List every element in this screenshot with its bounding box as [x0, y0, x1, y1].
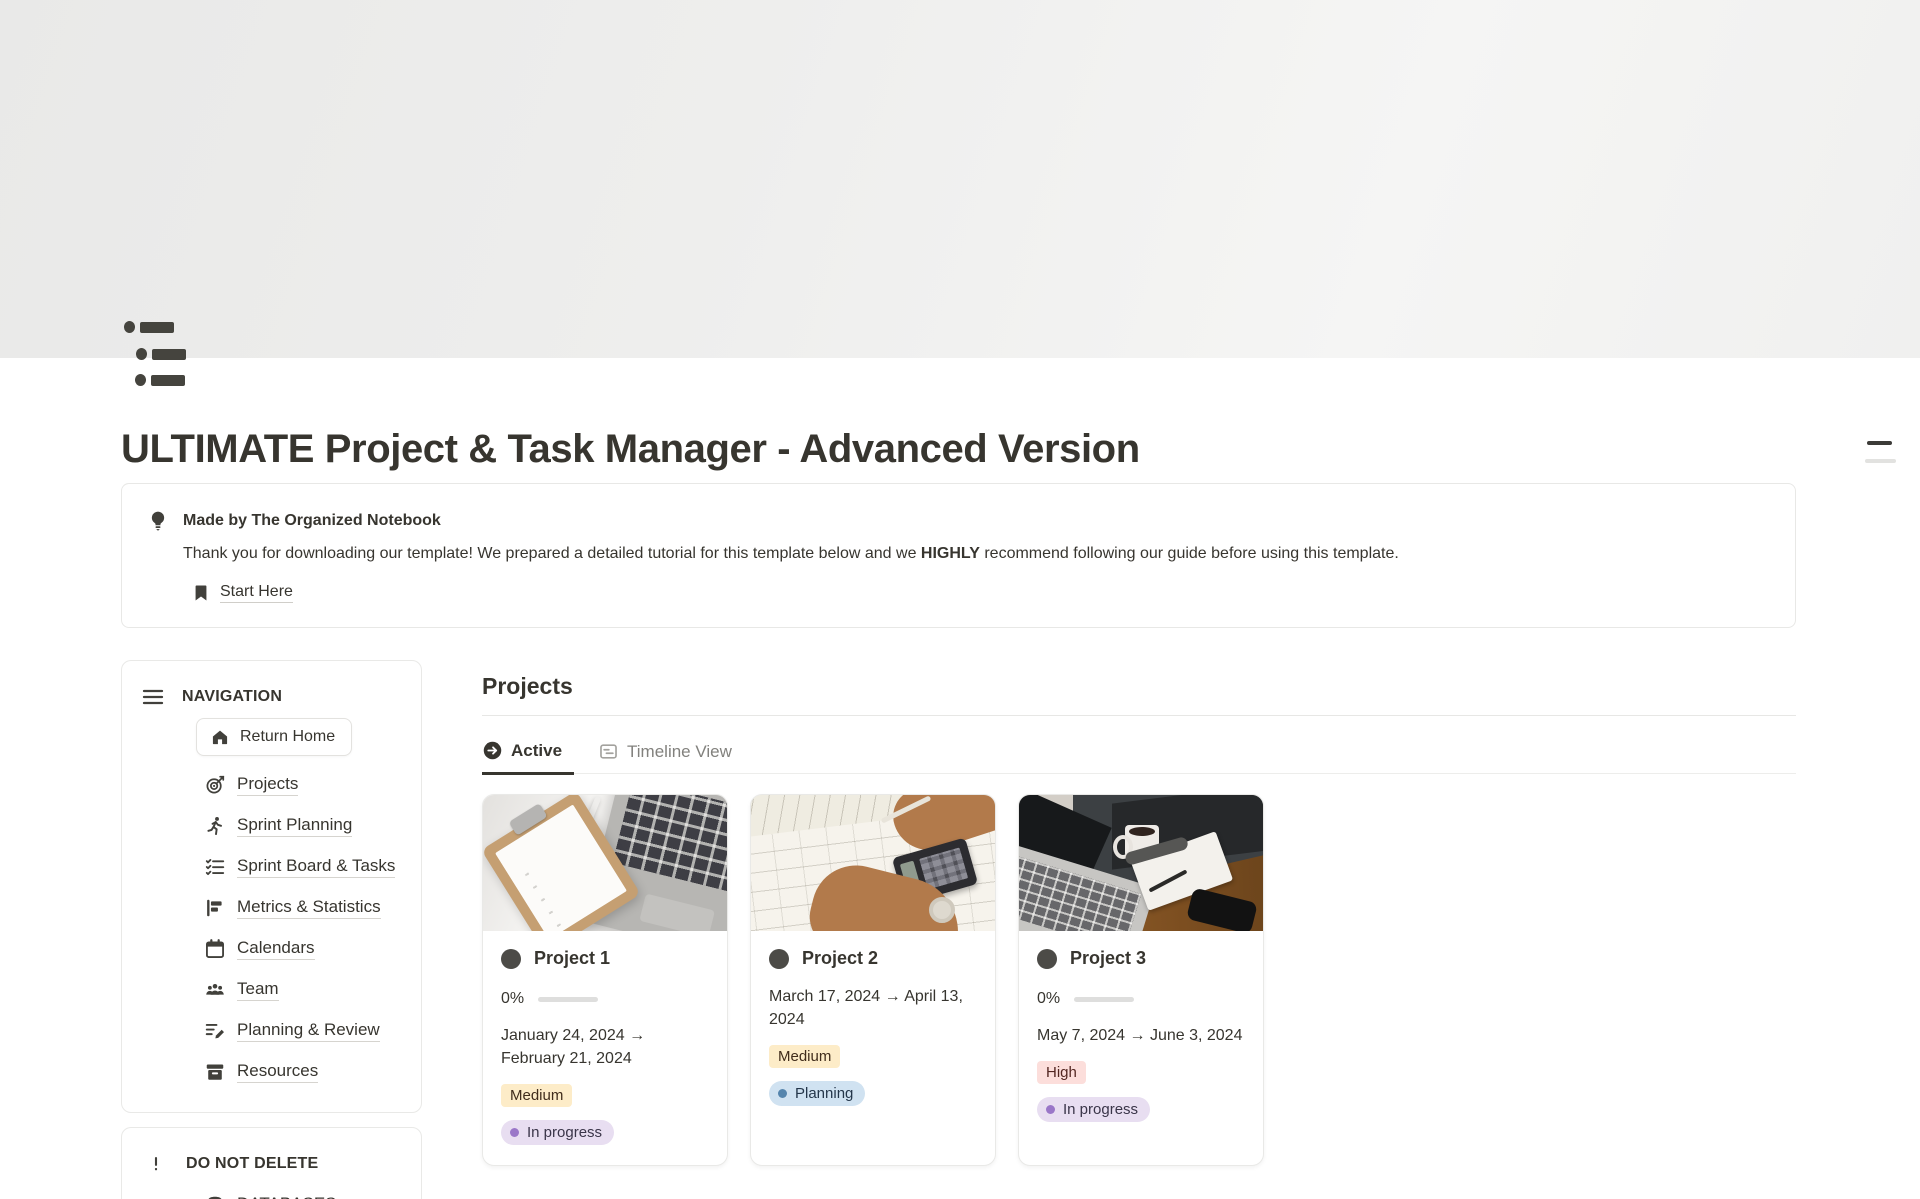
notion-page: ULTIMATE Project & Task Manager - Advanc…: [0, 0, 1920, 1199]
priority-badge: Medium: [501, 1084, 572, 1107]
people-icon: [204, 979, 226, 1001]
page-icon-bulleted-list[interactable]: [124, 316, 194, 390]
start-here-link[interactable]: Start Here: [220, 583, 293, 603]
made-by-callout: Made by The Organized Notebook Thank you…: [121, 483, 1796, 628]
progress-bar: [538, 997, 598, 1002]
list-icon-row: [135, 374, 185, 386]
sidebar-item-team[interactable]: Team: [204, 969, 405, 1010]
archive-box-icon: [204, 1061, 226, 1083]
progress-row: 0%: [501, 990, 709, 1008]
timeline-view-icon: [598, 741, 619, 762]
project-card-3[interactable]: Project 3 0% May 7, 2024 → June 3, 2024 …: [1018, 794, 1264, 1166]
status-badge: In progress: [501, 1120, 614, 1145]
callout-bold-word: HIGHLY: [921, 545, 980, 562]
project-card-1[interactable]: Project 1 0% January 24, 2024 → February…: [482, 794, 728, 1166]
progress-percent: 0%: [501, 990, 524, 1008]
runner-icon: [204, 815, 226, 837]
priority-badge: High: [1037, 1061, 1086, 1084]
sidebar-item-planning-review[interactable]: Planning & Review: [204, 1010, 405, 1051]
lightbulb-icon: [146, 509, 170, 533]
page-cover-image[interactable]: [0, 0, 1920, 358]
view-tabs: Active Timeline View: [482, 740, 1796, 774]
status-badge: Planning: [769, 1081, 865, 1106]
callout-body: Thank you for downloading our template! …: [183, 542, 1767, 566]
sidebar-item-sprint-board-tasks[interactable]: Sprint Board & Tasks: [204, 846, 405, 887]
list-icon-row: [136, 348, 186, 360]
project-status-dot: [501, 949, 521, 969]
progress-row: 0%: [1037, 990, 1245, 1008]
project-title: Project 1: [534, 948, 610, 969]
progress-bar: [1074, 997, 1134, 1002]
list-icon-row: [124, 321, 174, 333]
project-status-dot: [1037, 949, 1057, 969]
return-home-label: Return Home: [240, 728, 335, 746]
tab-timeline-view[interactable]: Timeline View: [598, 741, 732, 773]
project-card-2[interactable]: Project 2 March 17, 2024 → April 13, 202…: [750, 794, 996, 1166]
sidebar-item-resources[interactable]: Resources: [204, 1051, 405, 1092]
outline-dash-icon: [1865, 459, 1896, 463]
house-icon: [210, 727, 230, 747]
project-dates: May 7, 2024 → June 3, 2024: [1037, 1024, 1245, 1047]
status-dot-icon: [1046, 1105, 1055, 1114]
return-home-button[interactable]: Return Home: [196, 718, 352, 756]
status-badge: In progress: [1037, 1097, 1150, 1122]
tab-active[interactable]: Active: [482, 740, 574, 775]
project-3-cover-photo: [1019, 795, 1263, 931]
navigation-box: NAVIGATION Return Home: [121, 660, 422, 1113]
callout-heading: Made by The Organized Notebook: [183, 512, 441, 530]
project-1-cover-photo: [483, 795, 727, 931]
navigation-sidebar: NAVIGATION Return Home: [121, 660, 422, 1199]
project-gallery: Project 1 0% January 24, 2024 → February…: [482, 794, 1796, 1166]
arrow-circle-icon: [482, 740, 503, 761]
status-dot-icon: [778, 1089, 787, 1098]
sidebar-item-projects[interactable]: Projects: [204, 764, 405, 805]
nav-section-heading: NAVIGATION: [182, 688, 282, 706]
project-2-cover-photo: [751, 795, 995, 931]
project-dates: January 24, 2024 → February 21, 2024: [501, 1024, 709, 1070]
section-divider: [482, 715, 1796, 716]
projects-heading: Projects: [482, 673, 1796, 700]
do-not-delete-box: DO NOT DELETE DATABASES: [121, 1127, 422, 1199]
exclamation-icon: [147, 1152, 165, 1176]
project-status-dot: [769, 949, 789, 969]
projects-section: Projects Active: [482, 660, 1796, 1166]
page-title[interactable]: ULTIMATE Project & Task Manager - Advanc…: [121, 425, 1796, 473]
sidebar-item-sprint-planning[interactable]: Sprint Planning: [204, 805, 405, 846]
bookmark-icon: [191, 583, 211, 603]
sidebar-item-databases[interactable]: DATABASES: [204, 1184, 405, 1199]
calendar-icon: [204, 938, 226, 960]
progress-percent: 0%: [1037, 990, 1060, 1008]
sidebar-item-metrics-statistics[interactable]: Metrics & Statistics: [204, 887, 405, 928]
danger-section-heading: DO NOT DELETE: [186, 1155, 318, 1173]
outline-indicator[interactable]: [1865, 441, 1897, 463]
project-dates: March 17, 2024 → April 13, 2024: [769, 985, 977, 1031]
list-pencil-icon: [204, 1020, 226, 1042]
target-icon: [204, 774, 226, 796]
priority-badge: Medium: [769, 1045, 840, 1068]
database-icon: [204, 1194, 226, 1199]
project-title: Project 3: [1070, 948, 1146, 969]
outline-dash-icon: [1867, 441, 1892, 445]
bar-chart-icon: [204, 897, 226, 919]
project-title: Project 2: [802, 948, 878, 969]
sidebar-item-calendars[interactable]: Calendars: [204, 928, 405, 969]
hamburger-menu-icon: [141, 685, 165, 709]
checklist-icon: [204, 856, 226, 878]
status-dot-icon: [510, 1128, 519, 1137]
